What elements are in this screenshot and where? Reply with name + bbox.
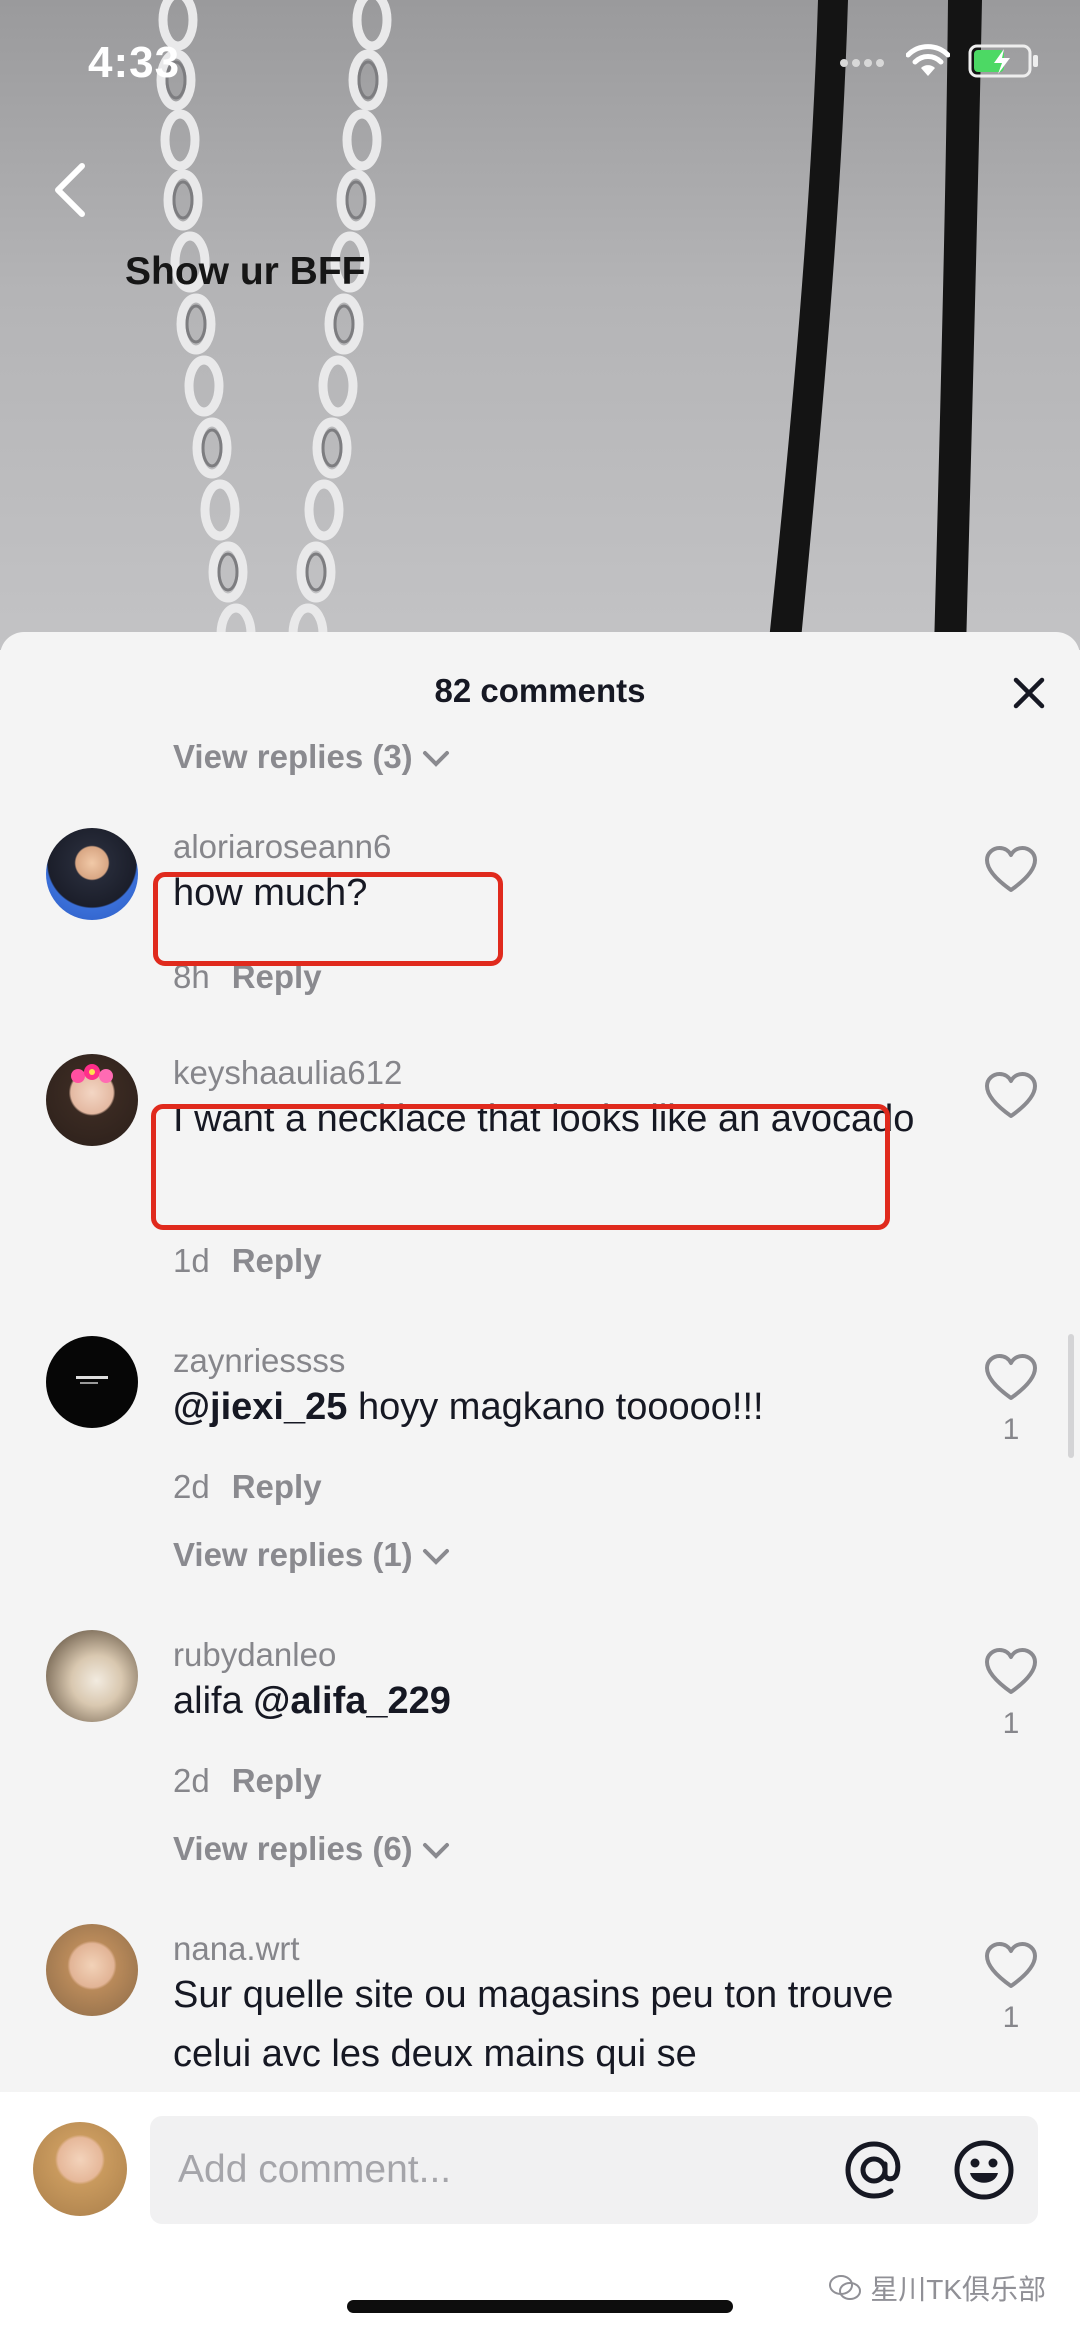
- necklace-chain-image: [156, 0, 982, 650]
- comment-input-placeholder: Add comment...: [178, 2148, 452, 2191]
- heart-icon: [985, 846, 1037, 892]
- like-button[interactable]: 1: [982, 1942, 1040, 2035]
- comment-username[interactable]: keyshaaulia612: [173, 1054, 402, 1092]
- avatar[interactable]: [46, 828, 138, 920]
- watermark: 星川TK俱乐部: [828, 2268, 1046, 2308]
- avatar-logo-icon: [76, 1376, 108, 1384]
- like-button[interactable]: 1: [982, 1648, 1040, 1741]
- heart-icon: [985, 1354, 1037, 1400]
- comment-meta: 2d Reply: [173, 1468, 322, 1506]
- highlight-box: [153, 872, 503, 966]
- comment-meta: 2d Reply: [173, 1762, 322, 1800]
- watermark-text: 星川TK俱乐部: [870, 2274, 1046, 2305]
- video-preview[interactable]: 4:33 Show ur BFF: [0, 0, 1080, 650]
- view-replies-button[interactable]: View replies (3): [173, 738, 451, 776]
- comments-header: 82 comments: [0, 632, 1080, 742]
- chevron-down-icon: [422, 1843, 449, 1860]
- mention-link[interactable]: @jiexi_25: [173, 1386, 347, 1428]
- comment-text: @jiexi_25 hoyy magkano tooooo!!!: [173, 1378, 933, 1437]
- back-arrow-icon[interactable]: [44, 160, 104, 220]
- comments-count-title: 82 comments: [434, 672, 646, 709]
- comment-meta: 1d Reply: [173, 1242, 322, 1280]
- like-count: 1: [1002, 2001, 1020, 2034]
- view-replies-button[interactable]: View replies (1): [173, 1536, 451, 1574]
- video-overlay-text: Show ur BFF: [125, 250, 366, 293]
- like-count: 1: [1002, 1707, 1020, 1740]
- comment-username[interactable]: rubydanleo: [173, 1636, 336, 1674]
- comment-input-field[interactable]: Add comment...: [150, 2116, 1038, 2224]
- like-button[interactable]: [982, 846, 1040, 899]
- like-count: 1: [1002, 1413, 1020, 1446]
- heart-icon: [985, 1942, 1037, 1988]
- avatar[interactable]: [46, 1336, 138, 1428]
- avatar[interactable]: [46, 1630, 138, 1722]
- status-icons: [838, 44, 1040, 78]
- mention-link[interactable]: @alifa_229: [253, 1680, 451, 1722]
- avatar[interactable]: [46, 1924, 138, 2016]
- comment-time: 2d: [173, 1468, 210, 1505]
- heart-icon: [985, 1072, 1037, 1118]
- comment-text: Sur quelle site ou magasins peu ton trou…: [173, 1974, 894, 2075]
- view-replies-label: View replies (6): [173, 1830, 413, 1867]
- chevron-down-icon: [422, 1549, 449, 1566]
- reply-button[interactable]: Reply: [232, 1762, 322, 1799]
- flower-crown-icon: [71, 1064, 113, 1083]
- reply-button[interactable]: Reply: [232, 1242, 322, 1279]
- battery-charging-icon: [968, 44, 1038, 78]
- comment-text-body: alifa: [173, 1680, 254, 1722]
- scrollbar[interactable]: [1068, 1334, 1074, 1458]
- emoji-icon[interactable]: [950, 2136, 1018, 2204]
- my-avatar[interactable]: [33, 2122, 127, 2216]
- home-indicator: [347, 2300, 733, 2313]
- status-time: 4:33: [88, 38, 181, 87]
- like-button[interactable]: [982, 1072, 1040, 1125]
- close-icon[interactable]: [1004, 668, 1054, 718]
- wifi-icon: [906, 44, 950, 76]
- like-button[interactable]: 1: [982, 1354, 1040, 1447]
- comment-time: 1d: [173, 1242, 210, 1279]
- comment-text: alifa @alifa_229: [173, 1672, 933, 1731]
- view-replies-button[interactable]: View replies (6): [173, 1830, 451, 1868]
- comment-username[interactable]: zaynriessss: [173, 1342, 345, 1380]
- view-replies-label: View replies (1): [173, 1536, 413, 1573]
- view-replies-label: View replies (3): [173, 738, 413, 775]
- chevron-down-icon: [422, 751, 449, 768]
- cellular-signal-icon: [840, 59, 884, 67]
- wechat-logo-icon: [829, 2275, 862, 2300]
- comment-text-body: hoyy magkano tooooo!!!: [347, 1386, 764, 1428]
- comment-username[interactable]: nana.wrt: [173, 1930, 300, 1968]
- comment-time: 2d: [173, 1762, 210, 1799]
- reply-button[interactable]: Reply: [232, 1468, 322, 1505]
- highlight-box: [151, 1104, 890, 1230]
- comment-username[interactable]: aloriaroseann6: [173, 828, 391, 866]
- heart-icon: [985, 1648, 1037, 1694]
- mention-at-icon[interactable]: [840, 2136, 908, 2204]
- avatar[interactable]: [46, 1054, 138, 1146]
